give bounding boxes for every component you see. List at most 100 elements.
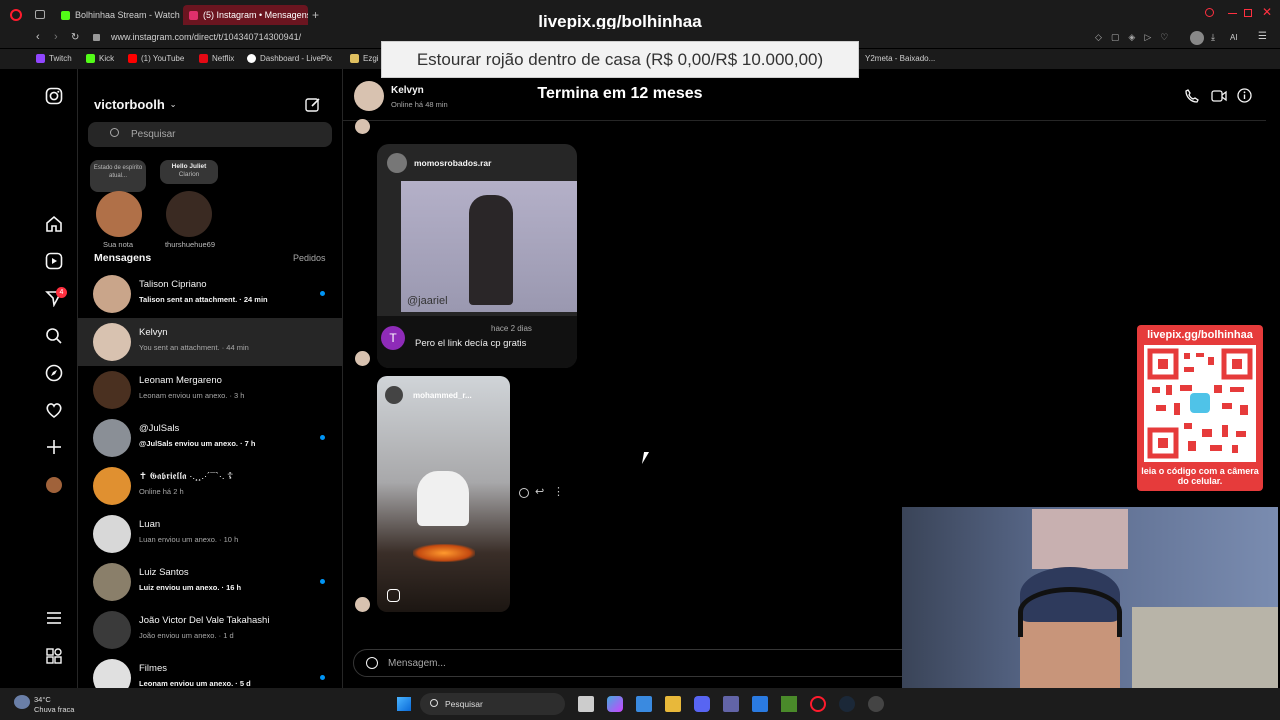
bookmark-netflix[interactable]: Netflix: [199, 54, 234, 63]
home-icon[interactable]: [45, 215, 63, 233]
livepix-icon: [247, 54, 256, 63]
message-sender-avatar: [355, 597, 370, 612]
chat-avatar[interactable]: [354, 81, 384, 111]
browser-logo-icon[interactable]: [10, 9, 22, 21]
discord-icon[interactable]: [694, 696, 710, 712]
teams-icon[interactable]: [723, 696, 739, 712]
apps-icon[interactable]: [45, 647, 63, 665]
note-friend[interactable]: Hello Juliet Clarion thurshuehue69: [156, 157, 224, 249]
account-switcher[interactable]: victorboolh ⌄: [94, 97, 176, 112]
more-menu-icon[interactable]: [45, 609, 63, 627]
profile-avatar[interactable]: [46, 477, 62, 493]
info-icon[interactable]: [1237, 88, 1252, 103]
more-options-icon[interactable]: ⋮: [553, 485, 564, 498]
weather-desc[interactable]: Chuva fraca: [34, 705, 74, 714]
shared-reel-message[interactable]: mohammed_r...: [377, 376, 510, 612]
explore-icon[interactable]: [45, 364, 63, 382]
tab-manager-icon[interactable]: [35, 10, 45, 19]
react-icon[interactable]: [519, 488, 529, 498]
bookmark-ezgi[interactable]: Ezgi: [350, 54, 379, 63]
ai-extension-button[interactable]: AI: [1230, 33, 1238, 42]
reply-time: hace 2 dias: [491, 324, 532, 333]
compose-icon[interactable]: [305, 97, 321, 113]
new-tab-button[interactable]: +: [312, 8, 319, 22]
conversation-row[interactable]: Talison Cipriano Talison sent an attachme…: [78, 270, 343, 318]
bookmark-label: Netflix: [212, 54, 235, 63]
back-icon[interactable]: ‹: [36, 31, 40, 43]
requests-link[interactable]: Pedidos: [293, 253, 326, 263]
unread-dot: [320, 579, 325, 584]
window-minimize-button[interactable]: [1228, 13, 1237, 14]
message-input[interactable]: Mensagem...: [388, 658, 446, 669]
phone-icon[interactable]: [1185, 89, 1199, 103]
reel-author-name[interactable]: mohammed_r...: [413, 391, 472, 400]
conversation-list: Talison Cipriano Talison sent an attachme…: [78, 270, 343, 688]
video-call-icon[interactable]: [1211, 89, 1227, 103]
reel-object: [417, 471, 469, 526]
extensions-icons[interactable]: ◇▢◈▷♡: [1095, 32, 1177, 43]
note-song-title: Hello Juliet: [171, 163, 207, 170]
shared-post-message[interactable]: momosrobados.rar @jaariel T hace 2 dias …: [377, 144, 577, 368]
search-input[interactable]: Pesquisar: [131, 129, 175, 140]
post-author-name[interactable]: momosrobados.rar: [414, 158, 491, 168]
conversation-row[interactable]: @JulSals @JulSals enviou um anexo. · 7 h: [78, 414, 343, 462]
url-field[interactable]: www.instagram.com/direct/t/1043407143009…: [111, 32, 301, 42]
search-icon[interactable]: [45, 327, 63, 345]
menu-icon[interactable]: ☰: [1258, 31, 1267, 42]
bookmark-youtube[interactable]: (1) YouTube: [128, 54, 184, 63]
copilot-icon[interactable]: [607, 696, 623, 712]
forward-icon[interactable]: ›: [54, 31, 58, 43]
heart-icon[interactable]: [45, 401, 63, 419]
weather-temp[interactable]: 34°C: [34, 695, 51, 704]
search-tabs-icon[interactable]: [1205, 8, 1214, 17]
conversation-row[interactable]: Filmes Leonam enviou um anexo. · 5 d: [78, 654, 343, 688]
conversation-preview: Talison sent an attachment. · 24 min: [139, 295, 268, 304]
browser-tab-bar: Bolhinhaa Stream - Watch (5) Instagram •…: [0, 0, 1280, 31]
window-maximize-button[interactable]: [1244, 9, 1252, 17]
conversation-row[interactable]: Luan Luan enviou um anexo. · 10 h: [78, 510, 343, 558]
bookmark-kick[interactable]: Kick: [86, 54, 114, 63]
bookmark-label: Y2meta - Baixado...: [865, 54, 936, 63]
tab-instagram[interactable]: (5) Instagram • Mensagens: [183, 5, 308, 25]
conversation-name: Leonam Mergareno: [139, 375, 222, 386]
vpn-icon[interactable]: [752, 696, 768, 712]
steam-icon[interactable]: [839, 696, 855, 712]
conversation-avatar: [93, 659, 131, 688]
emoji-icon[interactable]: [366, 657, 378, 669]
conversation-row[interactable]: Kelvyn You sent an attachment. · 44 min: [78, 318, 343, 366]
bookmark-y2meta[interactable]: Y2meta - Baixado...: [865, 54, 935, 63]
bookmark-livepix[interactable]: Dashboard - LivePix: [247, 54, 332, 63]
note-own[interactable]: Estado de espírito atual... Sua nota: [88, 157, 148, 249]
reply-icon[interactable]: ↩: [535, 485, 544, 498]
conversation-row[interactable]: Luiz Santos Luiz enviou um anexo. · 16 h: [78, 558, 343, 606]
minecraft-icon[interactable]: [781, 696, 797, 712]
task-view-icon[interactable]: [578, 696, 594, 712]
obs-icon[interactable]: [868, 696, 884, 712]
note-song-artist: Clarion: [178, 171, 200, 178]
reload-icon[interactable]: ↻: [71, 32, 79, 43]
taskbar-search[interactable]: Pesquisar: [420, 693, 565, 715]
download-icon[interactable]: ⤓: [1211, 32, 1215, 43]
conversation-row[interactable]: João Victor Del Vale Takahashi João envio…: [78, 606, 343, 654]
conversation-row[interactable]: ✝ 𝕲𝖆𝖇𝖗𝖎𝖊𝖑𝖑𝖆 ·.¸¸.·´¯`·. ☦ Online há 2 h: [78, 462, 343, 510]
post-media-thumbnail[interactable]: @jaariel: [401, 181, 577, 312]
explorer-icon[interactable]: [665, 696, 681, 712]
conversation-preview: You sent an attachment. · 44 min: [139, 343, 249, 352]
chat-contact-name[interactable]: Kelvyn: [391, 85, 424, 96]
lock-icon: [93, 34, 100, 41]
bookmark-twitch[interactable]: Twitch: [36, 54, 72, 63]
profile-avatar[interactable]: [1190, 31, 1204, 45]
tab-stream[interactable]: Bolhinhaa Stream - Watch: [55, 5, 180, 25]
start-button[interactable]: [397, 697, 411, 711]
window-close-button[interactable]: ✕: [1262, 5, 1272, 19]
reels-icon[interactable]: [45, 252, 63, 270]
conversation-avatar: [93, 275, 131, 313]
opera-gx-icon[interactable]: [810, 696, 826, 712]
conversation-name: @JulSals: [139, 423, 180, 434]
create-icon[interactable]: [45, 438, 63, 456]
mouse-cursor-icon: [641, 452, 655, 464]
search-field[interactable]: Pesquisar: [88, 122, 332, 147]
conversation-row[interactable]: Leonam Mergareno Leonam enviou um anexo. …: [78, 366, 343, 414]
instagram-logo-icon[interactable]: [45, 87, 63, 105]
store-icon[interactable]: [636, 696, 652, 712]
